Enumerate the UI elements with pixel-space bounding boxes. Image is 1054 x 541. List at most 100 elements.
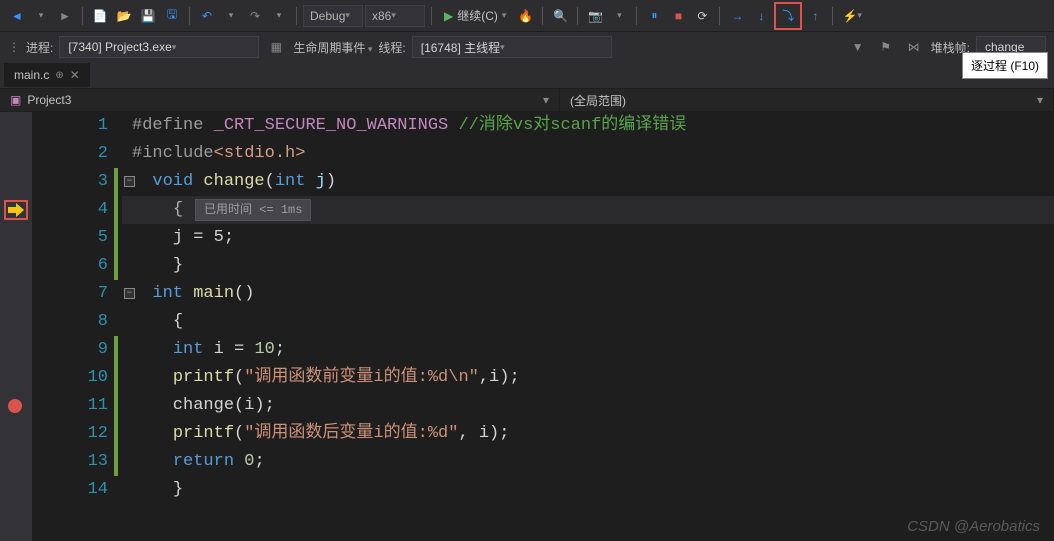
show-next-statement-button[interactable]: →	[726, 5, 748, 27]
line-number: 6	[32, 252, 108, 280]
play-icon: ▶	[444, 9, 453, 23]
dropdown-icon[interactable]: ⋮	[8, 40, 20, 54]
fold-button[interactable]: −	[124, 288, 135, 299]
code-line: }	[122, 252, 1054, 280]
code-line: }	[122, 476, 1054, 504]
tab-main-c[interactable]: main.c ⊕ ✕	[4, 63, 90, 87]
main-toolbar: ◄ ► 📄 📂 💾 🖫 ↶ ↷ Debug x86 ▶ 继续(C) ▾ 🔥 🔍 …	[0, 0, 1054, 32]
separator	[542, 7, 543, 25]
filter-icon[interactable]: ▼	[847, 36, 869, 58]
current-statement-marker	[4, 200, 28, 220]
separator	[189, 7, 190, 25]
line-number: 1	[32, 112, 108, 140]
file-tabs: main.c ⊕ ✕	[0, 62, 1054, 88]
pause-button[interactable]: ⏸	[643, 5, 665, 27]
scope-name: (全局范围)	[570, 92, 626, 109]
flag-icon[interactable]: ⚑	[875, 36, 897, 58]
change-indicator	[114, 336, 118, 476]
chevron-down-icon: ▾	[1037, 93, 1043, 107]
lifecycle-label[interactable]: 生命周期事件	[293, 39, 372, 56]
line-number: 12	[32, 420, 108, 448]
nav-back-history[interactable]	[30, 5, 52, 27]
lifecycle-icon[interactable]: ▦	[265, 36, 287, 58]
code-line: {已用时间 <= 1ms	[122, 196, 1054, 224]
code-line: int i = 10;	[122, 336, 1054, 364]
line-number: 9	[32, 336, 108, 364]
code-line: return 0;	[122, 448, 1054, 476]
process-label: 进程:	[26, 39, 53, 56]
restart-button[interactable]: ⟳	[691, 5, 713, 27]
project-name: Project3	[27, 93, 71, 107]
change-indicator	[114, 168, 118, 280]
open-file-button[interactable]: 📂	[113, 5, 135, 27]
find-in-files-button[interactable]: 🔍	[549, 5, 571, 27]
screenshot-button[interactable]: 📷	[584, 5, 606, 27]
code-line: #define _CRT_SECURE_NO_WARNINGS //消除vs对s…	[122, 112, 1054, 140]
undo-history[interactable]	[220, 5, 242, 27]
line-number: 10	[32, 364, 108, 392]
fold-button[interactable]: −	[124, 176, 135, 187]
project-icon: ▣	[10, 93, 21, 107]
separator	[431, 7, 432, 25]
nav-forward-button[interactable]: ►	[54, 5, 76, 27]
scope-crumb[interactable]: (全局范围) ▾	[560, 89, 1054, 111]
line-number: 2	[32, 140, 108, 168]
tab-label: main.c	[14, 68, 49, 82]
save-button[interactable]: 💾	[137, 5, 159, 27]
project-crumb[interactable]: ▣ Project3 ▾	[0, 89, 560, 111]
continue-label: 继续(C)	[457, 7, 498, 24]
config-dropdown[interactable]: Debug	[303, 5, 363, 27]
code-area[interactable]: − − #define _CRT_SECURE_NO_WARNINGS //消除…	[122, 112, 1054, 541]
line-number: 3	[32, 168, 108, 196]
new-file-button[interactable]: 📄	[89, 5, 111, 27]
line-number: 13	[32, 448, 108, 476]
line-number: 4	[32, 196, 108, 224]
glyph-margin	[0, 112, 32, 541]
step-over-button[interactable]: ⤵	[777, 5, 799, 27]
separator	[719, 7, 720, 25]
intellitrace-button[interactable]: ⚡	[839, 5, 864, 27]
save-all-button[interactable]: 🖫	[161, 5, 183, 27]
separator	[577, 7, 578, 25]
close-icon[interactable]: ✕	[70, 68, 80, 82]
step-into-button[interactable]: ↓	[750, 5, 772, 27]
line-number: 14	[32, 476, 108, 504]
line-number: 8	[32, 308, 108, 336]
continue-button[interactable]: ▶ 继续(C) ▾	[438, 5, 512, 27]
code-line: printf("调用函数前变量i的值:%d\n",i);	[122, 364, 1054, 392]
thread-label: 线程:	[378, 39, 405, 56]
step-out-button[interactable]: ↑	[804, 5, 826, 27]
redo-button[interactable]: ↷	[244, 5, 266, 27]
pin-icon[interactable]: ⊕	[55, 70, 63, 81]
undo-button[interactable]: ↶	[196, 5, 218, 27]
screenshot-history[interactable]	[608, 5, 630, 27]
code-line: j = 5;	[122, 224, 1054, 252]
chevron-down-icon: ▾	[543, 93, 549, 107]
debug-subbar: ⋮ 进程: [7340] Project3.exe ▦ 生命周期事件 线程: […	[0, 32, 1054, 62]
line-number: 11	[32, 392, 108, 420]
code-line: change(i);	[122, 392, 1054, 420]
code-line: {	[122, 308, 1054, 336]
step-over-tooltip: 逐过程 (F10)	[962, 52, 1048, 79]
code-editor[interactable]: 1 2 3 4 5 6 7 8 9 10 11 12 13 14 − − #de…	[0, 112, 1054, 541]
nav-back-button[interactable]: ◄	[6, 5, 28, 27]
code-line: void change(int j)	[122, 168, 1054, 196]
scope-bar: ▣ Project3 ▾ (全局范围) ▾	[0, 88, 1054, 112]
separator	[636, 7, 637, 25]
line-number: 7	[32, 280, 108, 308]
line-numbers: 1 2 3 4 5 6 7 8 9 10 11 12 13 14	[32, 112, 122, 541]
platform-dropdown[interactable]: x86	[365, 5, 425, 27]
stop-button[interactable]: ■	[667, 5, 689, 27]
thread-combo[interactable]: [16748] 主线程	[412, 36, 612, 58]
perf-tip[interactable]: 已用时间 <= 1ms	[195, 199, 311, 221]
line-number: 5	[32, 224, 108, 252]
process-combo[interactable]: [7340] Project3.exe	[59, 36, 259, 58]
chevron-down-icon: ▾	[502, 10, 507, 21]
separator	[296, 7, 297, 25]
watermark: CSDN @Aerobatics	[907, 518, 1040, 535]
hot-reload-button[interactable]: 🔥	[514, 5, 536, 27]
breakpoint-marker[interactable]	[8, 399, 22, 413]
redo-history[interactable]	[268, 5, 290, 27]
step-over-highlight: ⤵	[774, 2, 802, 30]
threads-icon[interactable]: ⋈	[903, 36, 925, 58]
